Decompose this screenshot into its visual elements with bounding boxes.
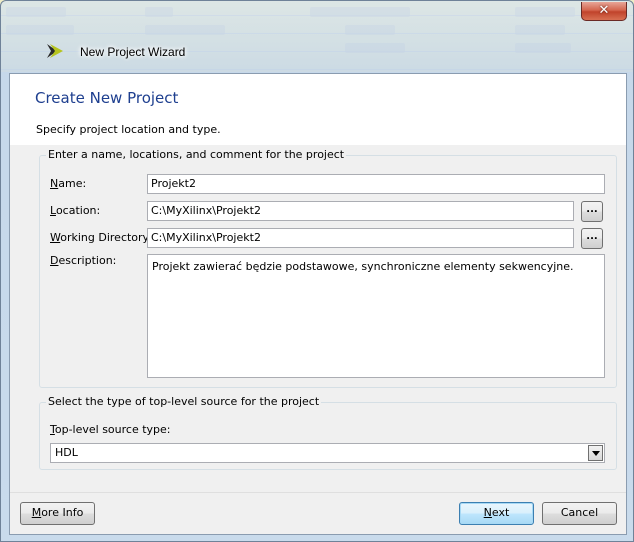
more-info-button[interactable]: More Info [20, 502, 95, 525]
wizard-window: New Project Wizard ✕ Create New Project … [0, 0, 634, 542]
top-level-source-select[interactable]: HDL [50, 443, 605, 463]
working-directory-input[interactable]: C:\MyXilinx\Projekt2 [147, 228, 574, 248]
working-directory-browse-button[interactable]: ... [581, 228, 603, 249]
wizard-client-area: Create New Project Specify project locat… [9, 73, 627, 535]
close-button[interactable]: ✕ [581, 2, 627, 21]
cancel-button[interactable]: Cancel [542, 502, 617, 525]
page-title: Create New Project [35, 89, 179, 107]
title-bar[interactable]: New Project Wizard ✕ [1, 1, 634, 73]
working-directory-label: Working Directory: [50, 231, 152, 244]
top-level-source-label: Top-level source type: [50, 423, 171, 436]
location-browse-button[interactable]: ... [581, 201, 603, 222]
top-level-source-value: HDL [55, 446, 78, 459]
window-title: New Project Wizard [80, 45, 186, 59]
location-label: Location: [50, 204, 101, 217]
xilinx-logo-icon [47, 44, 63, 58]
next-button[interactable]: Next [459, 502, 534, 525]
description-textarea[interactable]: Projekt zawierać będzie podstawowe, sync… [147, 254, 605, 378]
project-details-group: Enter a name, locations, and comment for… [39, 148, 617, 388]
source-type-group: Select the type of top-level source for … [39, 395, 617, 470]
description-label: Description: [50, 254, 117, 267]
chevron-down-icon[interactable] [588, 445, 603, 461]
instruction-text: Specify project location and type. [36, 123, 221, 136]
wizard-header: Create New Project Specify project locat… [10, 74, 626, 145]
location-input[interactable]: C:\MyXilinx\Projekt2 [147, 201, 574, 221]
name-input[interactable]: Projekt2 [147, 174, 605, 194]
footer-separator [10, 492, 626, 493]
source-type-legend: Select the type of top-level source for … [46, 395, 322, 408]
project-details-legend: Enter a name, locations, and comment for… [46, 148, 347, 161]
close-icon: ✕ [598, 3, 610, 18]
name-label: Name: [50, 177, 87, 190]
